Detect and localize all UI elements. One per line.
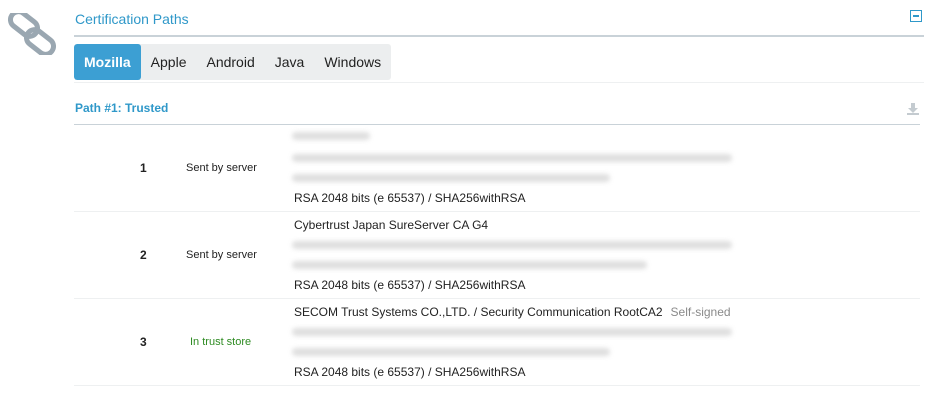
section-title: Certification Paths [75, 11, 189, 27]
tab-mozilla[interactable]: Mozilla [74, 44, 141, 80]
cert-key-info: RSA 2048 bits (e 65537) / SHA256withRSA [294, 365, 526, 379]
cert-subject-text: SECOM Trust Systems CO.,LTD. / Security … [294, 305, 663, 319]
redacted-text [292, 261, 647, 269]
redacted-text [292, 154, 732, 162]
redacted-text [292, 132, 370, 140]
cert-subject: Cybertrust Japan SureServer CA G4 [294, 218, 489, 232]
cert-row: 2 Sent by server Cybertrust Japan SureSe… [74, 212, 920, 299]
cert-number: 1 [140, 161, 147, 175]
cert-status: Sent by server [186, 249, 257, 261]
section-header: Certification Paths [74, 0, 924, 37]
cert-number: 3 [140, 335, 147, 349]
redacted-text [292, 328, 732, 336]
path-title: Path #1: Trusted [75, 101, 169, 115]
cert-status: Sent by server [186, 162, 257, 174]
cert-number: 2 [140, 248, 147, 262]
tab-apple[interactable]: Apple [141, 44, 197, 80]
cert-subject: SECOM Trust Systems CO.,LTD. / Security … [294, 305, 731, 319]
cert-key-info: RSA 2048 bits (e 65537) / SHA256withRSA [294, 278, 526, 292]
self-signed-badge: Self-signed [670, 305, 731, 319]
redacted-text [292, 348, 610, 356]
redacted-text [292, 174, 610, 182]
trust-store-tabs: Mozilla Apple Android Java Windows [74, 44, 392, 80]
tab-windows[interactable]: Windows [314, 44, 391, 80]
certification-paths-section: Certification Paths Mozilla Apple Androi… [74, 0, 924, 386]
path-header: Path #1: Trusted [74, 96, 920, 125]
redacted-text [292, 241, 732, 249]
collapse-minus-icon[interactable] [910, 10, 922, 22]
download-icon[interactable] [906, 102, 920, 116]
cert-row: 1 Sent by server RSA 2048 bits (e 65537)… [74, 125, 920, 212]
tab-android[interactable]: Android [196, 44, 264, 80]
tab-java[interactable]: Java [265, 44, 315, 80]
cert-row: 3 In trust store SECOM Trust Systems CO.… [74, 299, 920, 386]
cert-key-info: RSA 2048 bits (e 65537) / SHA256withRSA [294, 191, 526, 205]
chain-links-icon [7, 13, 57, 55]
cert-status: In trust store [190, 336, 252, 348]
divider [74, 82, 924, 83]
